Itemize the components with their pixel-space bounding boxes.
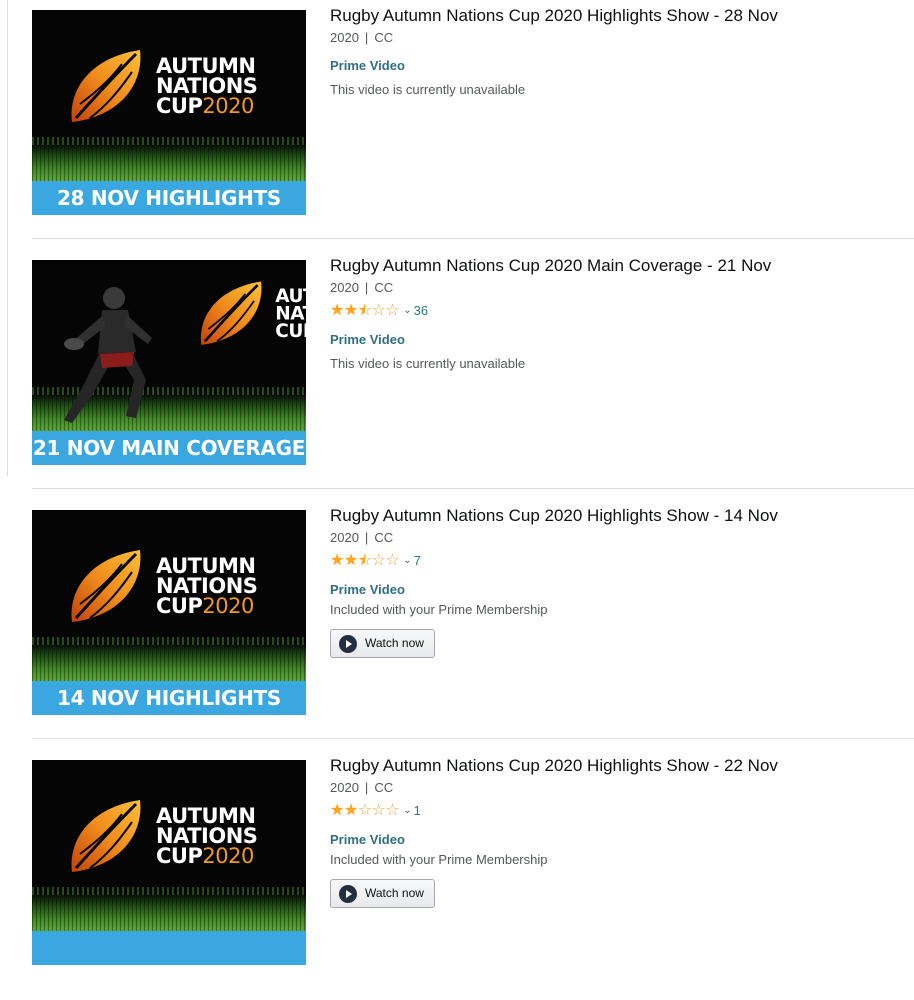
thumbnail-caption-band: 21 NOV MAIN COVERAGE	[32, 431, 306, 465]
logo-line: AUTUMN	[156, 54, 256, 78]
star-rating[interactable]: ☆☆☆☆☆★★★★★⌄7	[330, 553, 421, 571]
result-thumbnail[interactable]: AUTUMNNATIONSCUP2020 21 NOV MAIN COVERAGE	[32, 260, 306, 465]
watch-now-button[interactable]: Watch now	[330, 629, 435, 658]
result-item: AUTUMN NATIONS CUP2020 28 NOV HIGHLIGHTS Rug…	[0, 0, 914, 250]
rugby-player-image	[64, 287, 152, 423]
closed-captions-badge: CC	[374, 780, 394, 795]
thumbnail-caption-band: 14 NOV HIGHLIGHTS	[32, 681, 306, 715]
chevron-down-icon[interactable]: ⌄	[403, 303, 411, 319]
star-icon-group: ☆☆☆☆☆★★★★★	[330, 803, 400, 819]
result-thumbnail[interactable]: AUTUMN NATIONS CUP2020 28 NOV HIGHLIGHTS	[32, 10, 306, 215]
logo-line: NATIONS	[156, 74, 258, 98]
result-item: AUTUMN NATIONS CUP2020 14 NOV HIGHLIGHTS Rug…	[0, 488, 914, 750]
logo-year: 2020	[202, 844, 254, 868]
release-year: 2020	[330, 280, 359, 295]
star-filled-icons: ★★★★★	[330, 303, 365, 319]
logo-wordmark: AUTUMNNATIONSCUP2020	[275, 286, 306, 342]
star-icon-group: ☆☆☆☆☆★★★★★	[330, 303, 400, 319]
result-meta: 2020 | CC	[330, 280, 393, 295]
logo-line: CUP2020	[156, 594, 254, 618]
watch-now-button[interactable]: Watch now	[330, 879, 435, 908]
meta-separator: |	[364, 780, 369, 795]
prime-video-link[interactable]: Prime Video	[330, 832, 405, 847]
logo-wordmark: AUTUMNNATIONSCUP2020	[156, 54, 258, 118]
grass-image	[32, 637, 306, 683]
result-title-link[interactable]: Rugby Autumn Nations Cup 2020 Highlights…	[330, 6, 778, 26]
release-year: 2020	[330, 780, 359, 795]
logo-line: CUP2020	[275, 320, 306, 342]
logo-line: NATIONS	[156, 824, 258, 848]
result-title-link[interactable]: Rugby Autumn Nations Cup 2020 Highlights…	[330, 756, 778, 776]
star-filled-icons: ★★★★★	[330, 803, 358, 819]
logo-wordmark: AUTUMNNATIONSCUP2020	[156, 804, 258, 868]
logo-year: 2020	[202, 594, 254, 618]
thumbnail-caption-band	[32, 931, 306, 965]
prime-video-link[interactable]: Prime Video	[330, 582, 405, 597]
result-divider	[32, 738, 914, 739]
logo-year: 2020	[202, 94, 254, 118]
prime-video-link[interactable]: Prime Video	[330, 332, 405, 347]
watch-now-label: Watch now	[365, 886, 424, 900]
thumbnail-caption-band: 28 NOV HIGHLIGHTS	[32, 181, 306, 215]
logo-line: CUP2020	[156, 844, 254, 868]
availability-text: Included with your Prime Membership	[330, 602, 548, 617]
rugby-ball-leaf-logo-icon	[71, 800, 141, 872]
release-year: 2020	[330, 30, 359, 45]
prime-video-link[interactable]: Prime Video	[330, 58, 405, 73]
star-filled-icons: ★★★★★	[330, 553, 365, 569]
chevron-down-icon[interactable]: ⌄	[403, 553, 411, 569]
logo-line: NATIONS	[156, 574, 258, 598]
availability-text: This video is currently unavailable	[330, 82, 526, 97]
logo-wordmark: AUTUMNNATIONSCUP2020	[156, 554, 258, 618]
rating-count-link[interactable]: 7	[414, 553, 421, 569]
star-rating[interactable]: ☆☆☆☆☆★★★★★⌄1	[330, 803, 421, 821]
play-icon	[339, 635, 357, 653]
result-thumbnail[interactable]: AUTUMN NATIONS CUP2020 14 NOV HIGHLIGHTS	[32, 510, 306, 715]
play-icon	[339, 885, 357, 903]
logo-line: AUTUMN	[156, 554, 256, 578]
result-item: AUTUMNNATIONSCUP2020 21 NOV MAIN COVERAGE…	[0, 238, 914, 500]
meta-separator: |	[364, 280, 369, 295]
closed-captions-badge: CC	[374, 30, 394, 45]
star-icon-group: ☆☆☆☆☆★★★★★	[330, 553, 400, 569]
rugby-ball-leaf-logo-icon	[200, 281, 262, 345]
result-meta: 2020 | CC	[330, 780, 393, 795]
meta-separator: |	[364, 30, 369, 45]
closed-captions-badge: CC	[374, 280, 394, 295]
release-year: 2020	[330, 530, 359, 545]
result-meta: 2020 | CC	[330, 530, 393, 545]
availability-text: Included with your Prime Membership	[330, 852, 548, 867]
meta-separator: |	[364, 530, 369, 545]
result-meta: 2020 | CC	[330, 30, 393, 45]
availability-text: This video is currently unavailable	[330, 356, 526, 371]
grass-image	[32, 887, 306, 933]
result-item: AUTUMN NATIONS CUP2020 Rugby Autumn Nations…	[0, 738, 914, 1000]
star-rating[interactable]: ☆☆☆☆☆★★★★★⌄36	[330, 303, 428, 321]
rugby-ball-leaf-logo-icon	[71, 50, 141, 122]
result-title-link[interactable]: Rugby Autumn Nations Cup 2020 Main Cover…	[330, 256, 771, 276]
logo-line: AUTUMN	[156, 804, 256, 828]
watch-now-label: Watch now	[365, 636, 424, 650]
rating-count-link[interactable]: 1	[414, 803, 421, 819]
grass-image	[32, 137, 306, 183]
closed-captions-badge: CC	[374, 530, 394, 545]
result-divider	[32, 238, 914, 239]
result-title-link[interactable]: Rugby Autumn Nations Cup 2020 Highlights…	[330, 506, 778, 526]
rugby-ball-leaf-logo-icon	[71, 550, 141, 622]
result-thumbnail[interactable]: AUTUMN NATIONS CUP2020	[32, 760, 306, 965]
result-divider	[32, 488, 914, 489]
chevron-down-icon[interactable]: ⌄	[403, 803, 411, 819]
logo-line: CUP2020	[156, 94, 254, 118]
rating-count-link[interactable]: 36	[414, 303, 428, 319]
